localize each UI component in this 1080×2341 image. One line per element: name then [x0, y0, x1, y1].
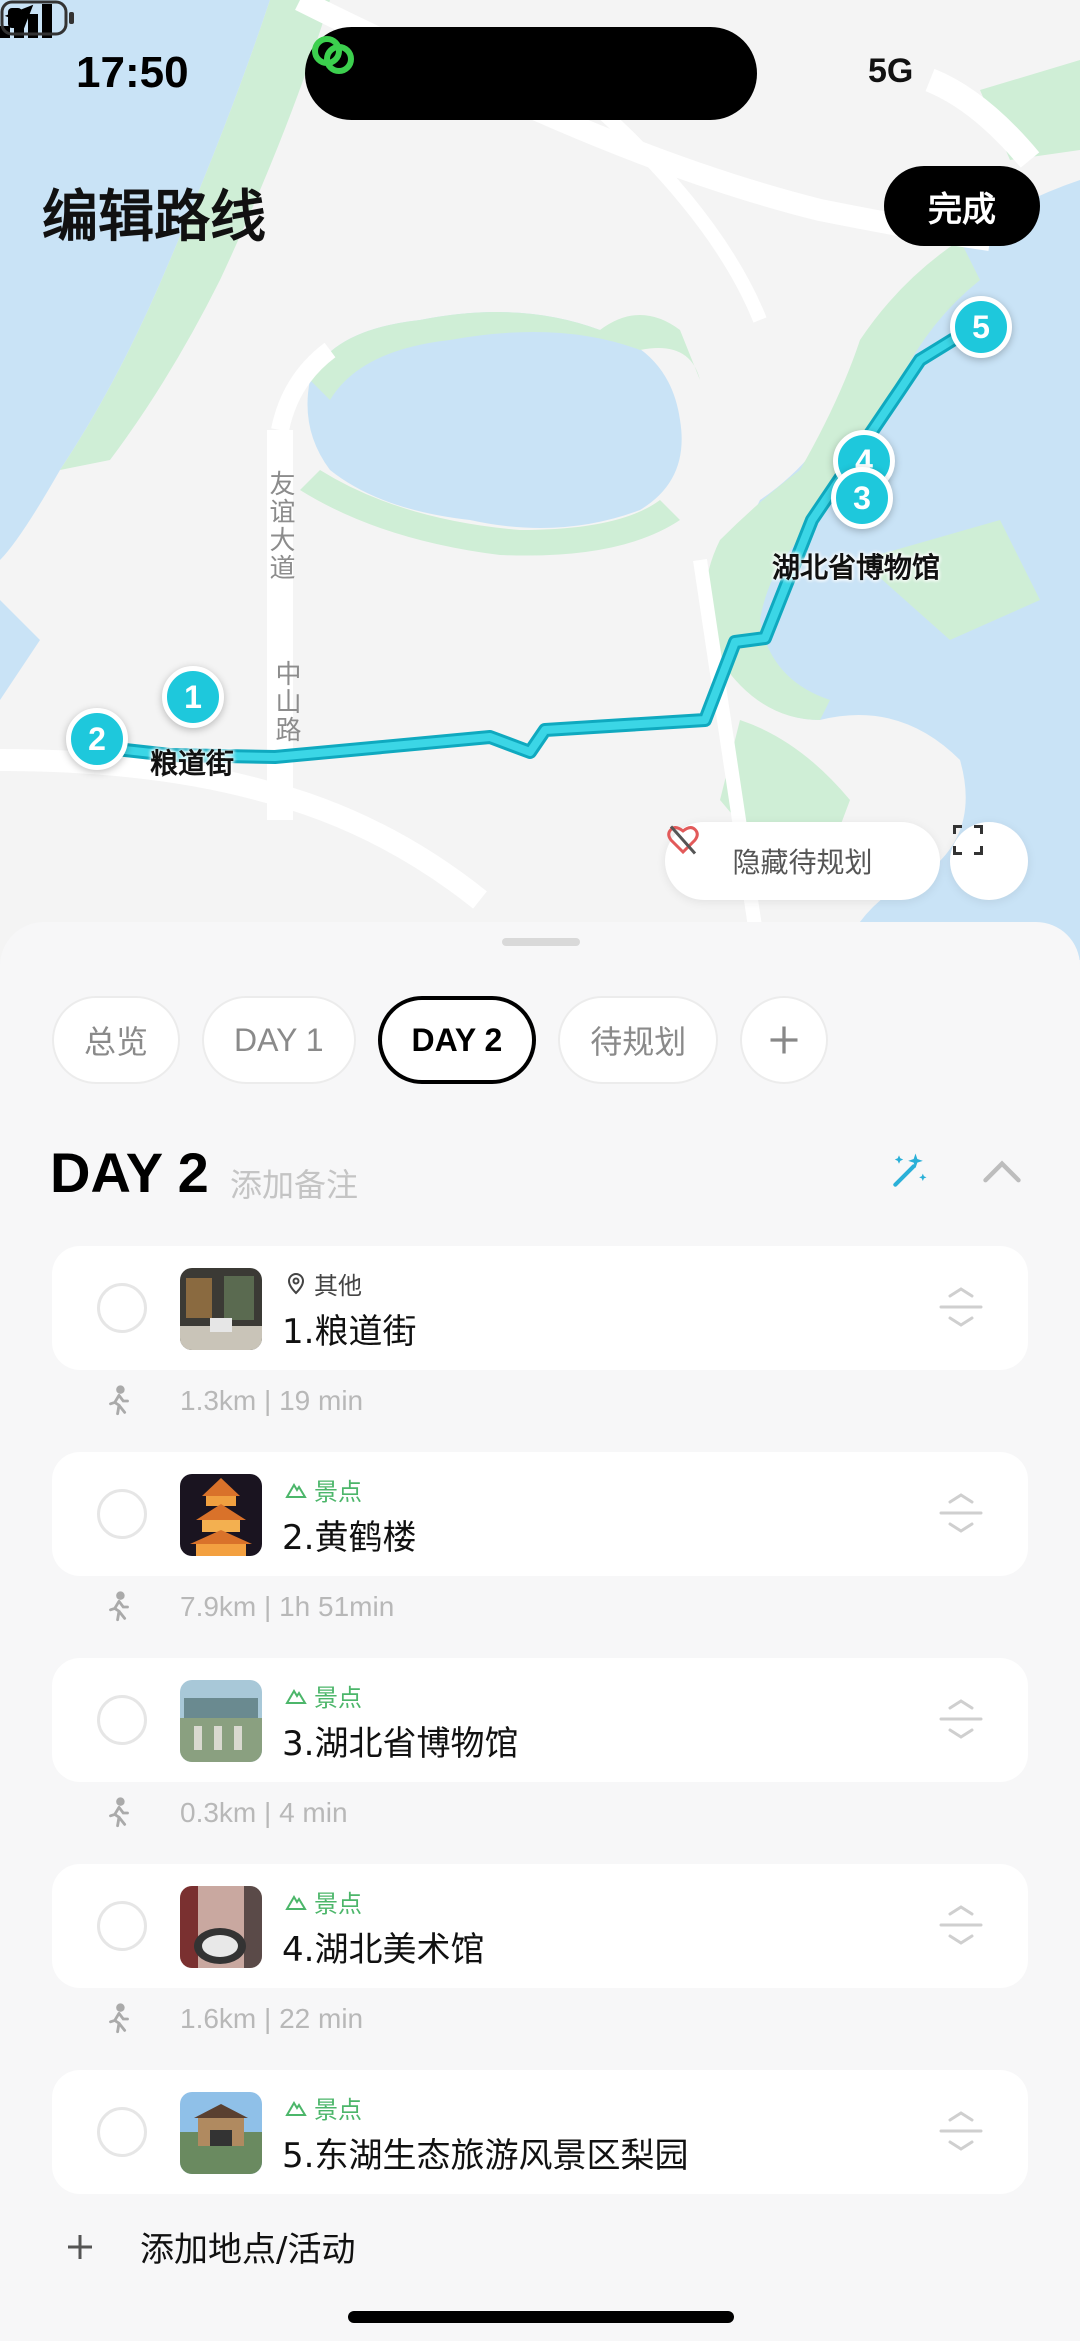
walking-icon: [109, 2003, 129, 2034]
place-name: 3.湖北省博物馆: [282, 1724, 519, 1764]
place-checkbox[interactable]: [97, 1283, 147, 1333]
fullscreen-button[interactable]: [950, 822, 1028, 900]
add-place-label: 添加地点/活动: [140, 2230, 356, 2270]
hide-unplanned-label: 隐藏待规划: [732, 846, 873, 879]
add-place-button[interactable]: 添加地点/活动: [60, 2222, 355, 2271]
place-name: 1.粮道街: [282, 1312, 417, 1352]
add-note-field[interactable]: 添加备注: [230, 1160, 358, 1206]
route-map[interactable]: 17:50 5G 编辑路线 完成 友谊大道 中山路 1 2 4 3 5 粮道街 …: [0, 0, 1080, 960]
map-label-liangdao: 粮道街: [150, 747, 235, 780]
mountain-icon: [285, 2100, 307, 2116]
place-card-2[interactable]: 景点 2.黄鹤楼: [52, 1452, 1028, 1576]
drag-handle-icon[interactable]: [936, 1284, 986, 1330]
map-label-museum: 湖北省博物馆: [772, 551, 941, 584]
route-leg-2[interactable]: 7.9km | 1h 51min: [52, 1576, 1028, 1638]
leg-distance-time: 1.3km | 19 min: [180, 1385, 364, 1416]
chevron-up-icon[interactable]: [980, 1156, 1024, 1186]
drag-handle-icon[interactable]: [936, 2108, 986, 2154]
add-day-button[interactable]: [740, 996, 829, 1084]
magic-wand-icon[interactable]: [888, 1148, 932, 1192]
tab-day-2[interactable]: DAY 2: [377, 996, 537, 1084]
place-checkbox[interactable]: [97, 2107, 147, 2157]
day-heading: DAY 2: [50, 1141, 209, 1204]
battery-icon: [0, 0, 74, 36]
place-category: 景点: [284, 2090, 362, 2125]
hide-unplanned-button[interactable]: 隐藏待规划: [665, 822, 940, 900]
mountain-icon: [285, 1482, 307, 1498]
plus-icon: [68, 2234, 92, 2259]
place-card-1[interactable]: 其他 1.粮道街: [52, 1246, 1028, 1370]
place-category: 景点: [284, 1678, 362, 1713]
place-checkbox[interactable]: [97, 1695, 147, 1745]
place-card-4[interactable]: 景点 4.湖北美术馆: [52, 1864, 1028, 1988]
map-pin-5[interactable]: 5: [950, 296, 1012, 358]
tab-overview[interactable]: 总览: [52, 996, 181, 1084]
route-leg-3[interactable]: 0.3km | 4 min: [52, 1782, 1028, 1844]
sheet-drag-handle[interactable]: [502, 938, 580, 946]
heart-off-icon: [667, 825, 699, 855]
place-thumbnail: [180, 1886, 262, 1968]
page-title: 编辑路线: [42, 185, 266, 250]
fullscreen-icon: [953, 825, 983, 855]
place-checkbox[interactable]: [97, 1489, 147, 1539]
place-category: 其他: [284, 1266, 362, 1301]
route-leg-4[interactable]: 1.6km | 22 min: [52, 1988, 1028, 2050]
walking-icon: [109, 1591, 129, 1622]
leg-distance-time: 1.6km | 22 min: [180, 2003, 364, 2034]
clock: 17:50: [76, 48, 189, 97]
mountain-icon: [285, 1894, 307, 1910]
leg-distance-time: 0.3km | 4 min: [180, 1797, 348, 1828]
place-thumbnail: [180, 1268, 262, 1350]
road-label-youyi: 友谊大道: [265, 470, 295, 582]
itinerary-sheet: 总览 DAY 1 DAY 2 待规划 DAY 2 添加备注 其他 1.粮道街 1…: [0, 922, 1080, 2341]
app-link-icon: [312, 36, 354, 74]
walking-icon: [109, 1797, 129, 1828]
place-card-5[interactable]: 景点 5.东湖生态旅游风景区梨园: [52, 2070, 1028, 2194]
map-pin-3[interactable]: 3: [831, 467, 893, 529]
status-bar: 17:50 5G: [0, 0, 1080, 150]
drag-handle-icon[interactable]: [936, 1696, 986, 1742]
network-type: 5G: [868, 52, 914, 90]
place-checkbox[interactable]: [97, 1901, 147, 1951]
home-indicator[interactable]: [348, 2311, 734, 2323]
place-thumbnail: [180, 1474, 262, 1556]
done-button[interactable]: 完成: [884, 166, 1040, 246]
place-category: 景点: [284, 1472, 362, 1507]
place-name: 5.东湖生态旅游风景区梨园: [282, 2136, 689, 2176]
place-name: 2.黄鹤楼: [282, 1518, 417, 1558]
plus-icon: [770, 1026, 798, 1054]
tab-unplanned[interactable]: 待规划: [558, 996, 719, 1084]
route-leg-1[interactable]: 1.3km | 19 min: [52, 1370, 1028, 1432]
road-label-zhongshan: 中山路: [271, 660, 301, 744]
drag-handle-icon[interactable]: [936, 1490, 986, 1536]
place-name: 4.湖北美术馆: [282, 1930, 485, 1970]
location-pin-icon: [287, 1272, 305, 1294]
drag-handle-icon[interactable]: [936, 1902, 986, 1948]
tab-day-1[interactable]: DAY 1: [202, 996, 356, 1084]
place-category: 景点: [284, 1884, 362, 1919]
leg-distance-time: 7.9km | 1h 51min: [180, 1591, 395, 1622]
dynamic-island: [305, 27, 757, 120]
place-card-3[interactable]: 景点 3.湖北省博物馆: [52, 1658, 1028, 1782]
place-thumbnail: [180, 2092, 262, 2174]
walking-icon: [109, 1385, 129, 1416]
map-pin-1[interactable]: 1: [162, 666, 224, 728]
mountain-icon: [285, 1688, 307, 1704]
map-pin-2[interactable]: 2: [66, 708, 128, 770]
day-tabs: 总览 DAY 1 DAY 2 待规划: [52, 996, 829, 1084]
place-thumbnail: [180, 1680, 262, 1762]
